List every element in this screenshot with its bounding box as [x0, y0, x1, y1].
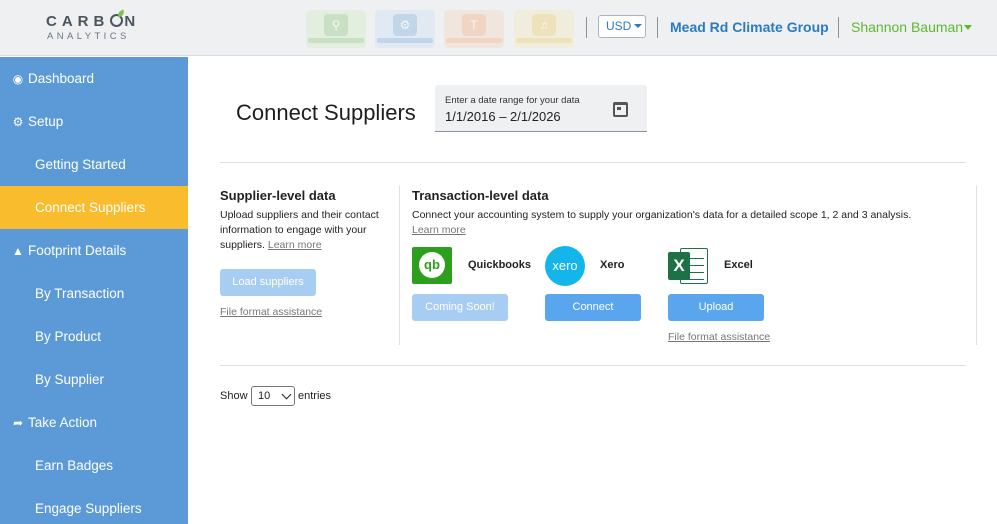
- divider: [220, 365, 965, 366]
- quickbooks-logo-mark: qb: [419, 252, 445, 278]
- xero-label: Xero: [600, 259, 625, 271]
- logo-text-end: N: [124, 13, 141, 30]
- excel-logo-mark: X: [668, 252, 690, 280]
- user-menu[interactable]: Shannon Bauman: [851, 19, 963, 35]
- dashboard-icon: ◉: [12, 72, 24, 86]
- xero-logo: xero: [545, 246, 585, 286]
- excel-label: Excel: [724, 259, 753, 271]
- learn-more-link[interactable]: Learn more: [412, 224, 466, 236]
- quickbooks-label: Quickbooks: [468, 259, 531, 271]
- divider: [220, 162, 965, 163]
- sidebar-item-label: Earn Badges: [35, 458, 114, 473]
- logo-subtitle: ANALYTICS: [47, 31, 130, 42]
- sidebar-item-by-transaction[interactable]: By Transaction: [0, 272, 188, 315]
- currency-dropdown[interactable]: USD: [598, 15, 646, 38]
- gear-icon: ⚙: [12, 115, 24, 129]
- sidebar-item-setup[interactable]: ⚙ Setup: [0, 100, 188, 143]
- caret-down-icon: [634, 24, 643, 28]
- sidebar-item-label: Footprint Details: [28, 243, 127, 258]
- quickbooks-coming-soon-button[interactable]: Coming Soon!: [412, 294, 508, 321]
- sidebar-item-footprint-details[interactable]: ▲ Footprint Details: [0, 229, 188, 272]
- supplier-level-title: Supplier-level data: [220, 188, 336, 203]
- tree-icon: ▲: [12, 244, 24, 258]
- sidebar-item-by-supplier[interactable]: By Supplier: [0, 358, 188, 401]
- sidebar-item-by-product[interactable]: By Product: [0, 315, 188, 358]
- sidebar-item-earn-badges[interactable]: Earn Badges: [0, 444, 188, 487]
- badge-text[interactable]: T: [444, 10, 504, 48]
- load-suppliers-button[interactable]: Load suppliers: [220, 269, 316, 296]
- excel-logo: X: [668, 246, 708, 286]
- sidebar-item-label: Engage Suppliers: [35, 501, 142, 516]
- file-format-assistance-link[interactable]: File format assistance: [220, 306, 322, 318]
- header-divider: [838, 17, 839, 38]
- quickbooks-logo: qb: [412, 247, 452, 284]
- sidebar-item-label: Take Action: [28, 415, 98, 430]
- sidebar-item-label: Dashboard: [28, 71, 95, 86]
- column-divider: [976, 186, 977, 345]
- sidebar-item-take-action[interactable]: ➦ Take Action: [0, 401, 188, 444]
- organization-link[interactable]: Mead Rd Climate Group: [670, 19, 829, 35]
- logo-text-start: CARB: [46, 13, 110, 30]
- xero-connect-button[interactable]: Connect: [545, 294, 641, 321]
- currency-label: USD: [606, 19, 632, 33]
- calendar-icon[interactable]: [613, 102, 628, 117]
- sidebar-item-label: By Transaction: [35, 286, 125, 301]
- show-label: Show: [220, 390, 248, 402]
- date-range-label: Enter a date range for your data: [445, 95, 580, 106]
- date-range-value[interactable]: 1/1/2016 – 2/1/2026: [445, 109, 561, 124]
- badge-gear[interactable]: ⚙: [375, 10, 435, 48]
- sidebar-item-connect-suppliers[interactable]: Connect Suppliers: [0, 186, 188, 229]
- column-divider: [399, 186, 400, 345]
- sidebar-item-engage-suppliers[interactable]: Engage Suppliers: [0, 487, 188, 524]
- date-range-field[interactable]: Enter a date range for your data 1/1/201…: [435, 85, 647, 132]
- top-bar: CARB N ANALYTICS ⚲ ⚙ T ♫ USD Mead Rd Clim…: [0, 0, 997, 56]
- chevron-down-icon: [281, 389, 292, 400]
- transaction-level-description: Connect your accounting system to supply…: [412, 209, 912, 221]
- transaction-level-title: Transaction-level data: [412, 188, 549, 203]
- text-icon: T: [470, 18, 478, 32]
- caret-down-icon[interactable]: [964, 25, 972, 30]
- learn-more-link[interactable]: Learn more: [268, 239, 322, 251]
- badge-megaphone[interactable]: ♫: [514, 10, 574, 48]
- file-format-assistance-link[interactable]: File format assistance: [668, 331, 770, 343]
- carbon-analytics-logo[interactable]: CARB N ANALYTICS: [46, 13, 141, 43]
- sidebar-item-label: Setup: [28, 114, 64, 129]
- badge-search[interactable]: ⚲: [306, 10, 366, 48]
- sidebar-item-getting-started[interactable]: Getting Started: [0, 143, 188, 186]
- page-title: Connect Suppliers: [236, 100, 416, 125]
- entries-per-page-select[interactable]: 10: [251, 386, 295, 406]
- header-divider: [657, 17, 658, 38]
- leaf-o-icon: [110, 14, 124, 27]
- sidebar-item-label: Connect Suppliers: [35, 200, 146, 215]
- share-icon: ➦: [12, 416, 24, 430]
- supplier-level-description: Upload suppliers and their contact infor…: [220, 209, 379, 251]
- entries-label: entries: [298, 390, 332, 402]
- excel-upload-button[interactable]: Upload: [668, 294, 764, 321]
- search-icon: ⚲: [331, 18, 341, 32]
- sidebar: ◉ Dashboard ⚙ Setup Getting Started Connec…: [0, 57, 188, 524]
- sidebar-item-label: Getting Started: [35, 157, 126, 172]
- gear-icon: ⚙: [399, 18, 411, 32]
- header-divider: [586, 17, 587, 38]
- entries-value: 10: [258, 390, 271, 402]
- sidebar-item-label: By Product: [35, 329, 102, 344]
- megaphone-icon: ♫: [539, 18, 549, 32]
- sidebar-item-dashboard[interactable]: ◉ Dashboard: [0, 57, 188, 100]
- sidebar-item-label: By Supplier: [35, 372, 105, 387]
